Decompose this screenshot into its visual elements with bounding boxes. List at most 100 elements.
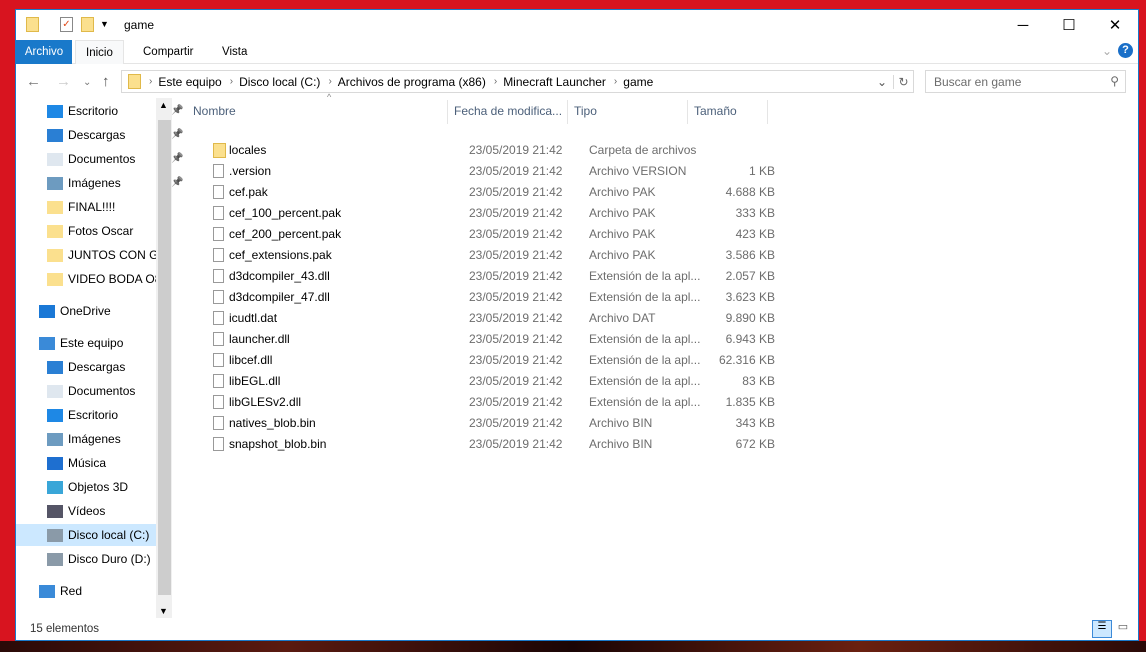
file-type: Archivo VERSION xyxy=(589,164,687,178)
expand-ribbon-icon[interactable]: ⌄ xyxy=(1102,44,1112,58)
file-size: 423 KB xyxy=(735,227,775,241)
file-type: Archivo PAK xyxy=(589,206,656,220)
breadcrumb-item[interactable]: Disco local (C:) xyxy=(239,75,320,89)
file-row[interactable]: natives_blob.bin 23/05/2019 21:42 Archivo … xyxy=(190,413,790,434)
scroll-up-icon[interactable]: ▲ xyxy=(159,100,168,110)
file-date: 23/05/2019 21:42 xyxy=(469,185,563,199)
file-date: 23/05/2019 21:42 xyxy=(469,269,563,283)
sidebar-item-label: Descargas xyxy=(68,128,126,142)
scrollbar-thumb[interactable] xyxy=(158,120,171,595)
sidebar-item-label: OneDrive xyxy=(60,304,111,318)
breadcrumb-item[interactable]: game xyxy=(623,75,653,89)
objects3d-icon xyxy=(47,481,63,495)
minimize-button[interactable]: ─ xyxy=(1000,10,1046,40)
breadcrumb-item[interactable]: Este equipo xyxy=(158,75,221,89)
file-name: natives_blob.bin xyxy=(229,416,316,430)
breadcrumb-item[interactable]: Archivos de programa (x86) xyxy=(338,75,486,89)
file-name: cef.pak xyxy=(229,185,268,199)
sidebar-item-label: Vídeos xyxy=(68,504,106,518)
search-icon: ⚲ xyxy=(1110,74,1119,88)
navigation-pane-scrollbar[interactable]: ▲ ▼ xyxy=(156,98,172,618)
file-type: Extensión de la apl... xyxy=(589,353,701,367)
tab-archivo[interactable]: Archivo xyxy=(16,40,72,64)
file-row[interactable]: launcher.dll 23/05/2019 21:42 Extensión de… xyxy=(190,329,790,350)
file-explorer-window: ✓ ▼ game ─ ☐ ✕ Archivo Inicio Compartir … xyxy=(15,9,1139,641)
file-row[interactable]: libEGL.dll 23/05/2019 21:42 Extensión de l… xyxy=(190,371,790,392)
column-header-name[interactable]: Nombre xyxy=(193,98,236,124)
column-header-date[interactable]: Fecha de modifica... xyxy=(454,98,562,124)
file-row[interactable]: .version 23/05/2019 21:42 Archivo VERSION 1… xyxy=(190,161,790,182)
tab-inicio[interactable]: Inicio xyxy=(75,40,124,64)
file-row[interactable]: d3dcompiler_47.dll 23/05/2019 21:42 Extens… xyxy=(190,287,790,308)
folder-icon xyxy=(47,201,63,215)
breadcrumb-item[interactable]: Minecraft Launcher xyxy=(503,75,606,89)
file-name: cef_100_percent.pak xyxy=(229,206,342,220)
large-icons-view-button[interactable]: ▭ xyxy=(1114,620,1132,638)
customize-toolbar-icon[interactable]: ▼ xyxy=(100,19,109,35)
sidebar-item-label: JUNTOS CON GE xyxy=(68,248,167,262)
sidebar-item-label: FINAL!!!! xyxy=(68,200,116,214)
file-date: 23/05/2019 21:42 xyxy=(469,143,563,157)
videos-icon xyxy=(47,505,63,519)
drive-icon xyxy=(47,553,63,567)
column-divider xyxy=(687,100,688,124)
file-date: 23/05/2019 21:42 xyxy=(469,374,563,388)
help-icon[interactable]: ? xyxy=(1118,43,1133,58)
folder-icon xyxy=(26,17,39,32)
scroll-down-icon[interactable]: ▼ xyxy=(159,606,168,616)
sidebar-item-label: Objetos 3D xyxy=(68,480,129,494)
file-type: Archivo PAK xyxy=(589,248,656,262)
documents-icon xyxy=(47,153,63,167)
download-icon xyxy=(47,361,63,375)
file-size: 333 KB xyxy=(735,206,775,220)
maximize-button[interactable]: ☐ xyxy=(1046,10,1092,40)
back-button[interactable]: ← xyxy=(26,73,41,90)
sidebar-item-label: Descargas xyxy=(68,360,126,374)
column-header-type[interactable]: Tipo xyxy=(574,98,597,124)
up-button[interactable]: ↑ xyxy=(102,73,110,90)
file-name: .version xyxy=(229,164,272,178)
address-dropdown-icon[interactable]: ⌄ xyxy=(877,75,887,89)
properties-icon[interactable]: ✓ xyxy=(60,17,73,32)
forward-button[interactable]: → xyxy=(56,73,71,90)
file-row[interactable]: cef_200_percent.pak 23/05/2019 21:42 Archi… xyxy=(190,224,790,245)
close-button[interactable]: ✕ xyxy=(1092,10,1138,40)
file-name: d3dcompiler_43.dll xyxy=(229,269,330,283)
address-bar[interactable]: › Este equipo › Disco local (C:) › Archivos… xyxy=(121,70,914,93)
file-name: icudtl.dat xyxy=(229,311,278,325)
sidebar-item-label: Fotos Oscar xyxy=(68,224,134,238)
tab-compartir[interactable]: Compartir xyxy=(133,40,203,64)
file-row[interactable]: libcef.dll 23/05/2019 21:42 Extensión de l… xyxy=(190,350,790,371)
file-row[interactable]: cef_extensions.pak 23/05/2019 21:42 Archiv… xyxy=(190,245,790,266)
sidebar-item[interactable]: Disco local (C:) xyxy=(16,524,156,546)
file-row[interactable]: icudtl.dat 23/05/2019 21:42 Archivo DAT 9.8… xyxy=(190,308,790,329)
refresh-icon[interactable]: ↻ xyxy=(893,74,913,89)
sidebar-item-label: Disco local (C:) xyxy=(68,528,150,542)
chevron-right-icon: › xyxy=(328,76,332,87)
details-view-button[interactable]: ☰ xyxy=(1092,620,1112,638)
file-row[interactable]: cef.pak 23/05/2019 21:42 Archivo PAK 4.688 … xyxy=(190,182,790,203)
sidebar-item-label: Escritorio xyxy=(68,104,119,118)
column-header-size[interactable]: Tamaño xyxy=(694,98,737,124)
folder-icon xyxy=(47,249,63,263)
file-row[interactable]: snapshot_blob.bin 23/05/2019 21:42 Archivo… xyxy=(190,434,790,455)
tab-vista[interactable]: Vista xyxy=(212,40,257,64)
file-icon xyxy=(213,185,224,199)
file-name: cef_extensions.pak xyxy=(229,248,332,262)
file-row[interactable]: d3dcompiler_43.dll 23/05/2019 21:42 Extens… xyxy=(190,266,790,287)
file-type: Extensión de la apl... xyxy=(589,269,701,283)
file-type: Extensión de la apl... xyxy=(589,290,701,304)
navigation-pane: Escritorio 📌 Descargas 📌 Documentos 📌 Imágenes… xyxy=(16,98,183,618)
drive-icon xyxy=(47,529,63,543)
file-row[interactable]: libGLESv2.dll 23/05/2019 21:42 Extensión d… xyxy=(190,392,790,413)
recent-locations-button[interactable]: ⌄ xyxy=(83,77,91,88)
file-name: snapshot_blob.bin xyxy=(229,437,327,451)
status-item-count: 15 elementos xyxy=(30,623,100,635)
dll-file-icon xyxy=(213,353,224,367)
file-size: 343 KB xyxy=(735,416,775,430)
new-folder-icon[interactable] xyxy=(81,17,94,32)
search-input[interactable]: Buscar en game ⚲ xyxy=(925,70,1126,93)
file-name: libcef.dll xyxy=(229,353,273,367)
file-row[interactable]: cef_100_percent.pak 23/05/2019 21:42 Archi… xyxy=(190,203,790,224)
file-row[interactable]: locales 23/05/2019 21:42 Carpeta de archiv… xyxy=(190,140,790,161)
